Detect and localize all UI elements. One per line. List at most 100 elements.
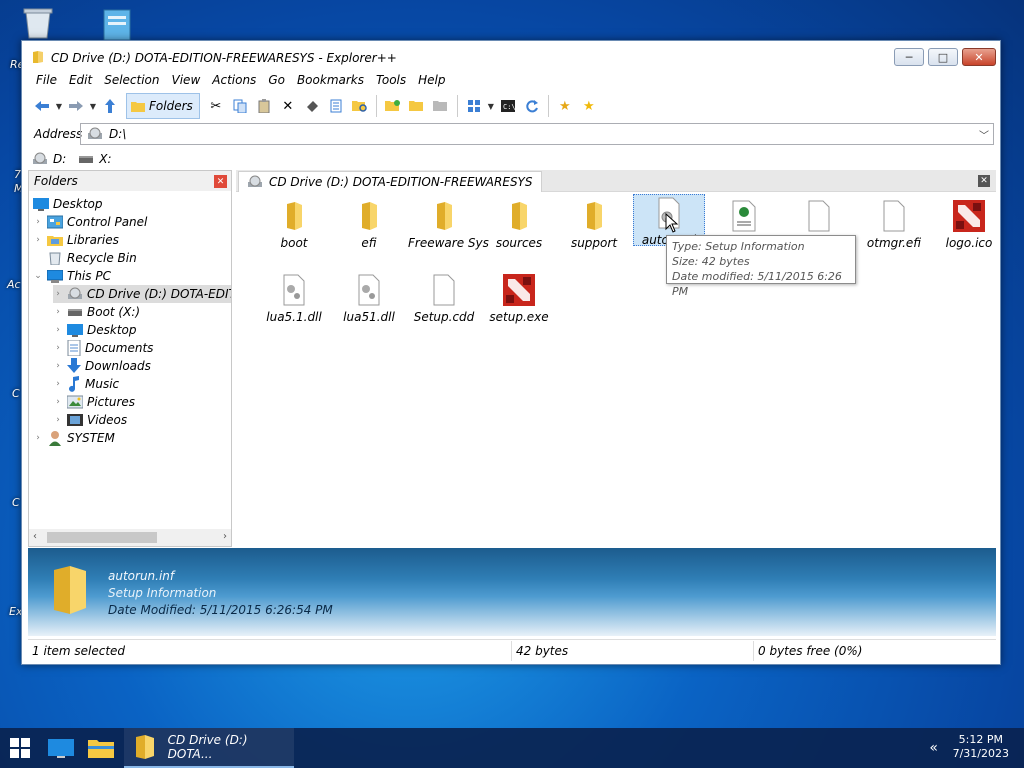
menu-view[interactable]: View xyxy=(166,72,207,90)
tree-item-music[interactable]: › Music xyxy=(53,375,119,393)
collapse-chevron-icon[interactable]: ⌄ xyxy=(33,271,43,281)
desktop-icon xyxy=(67,323,83,337)
libraries-icon xyxy=(47,236,63,246)
hard-drive-icon xyxy=(68,309,82,316)
tree-item-downloads[interactable]: › Downloads xyxy=(53,357,151,375)
back-dropdown-icon[interactable]: ▼ xyxy=(54,102,64,111)
file-item-efi[interactable]: efi xyxy=(333,198,405,252)
control-panel-icon xyxy=(47,215,63,229)
scroll-right-icon[interactable]: › xyxy=(223,531,227,542)
drive-d-button[interactable]: D: xyxy=(32,152,66,166)
tree-item-this-pc[interactable]: ⌄ This PC xyxy=(33,267,111,285)
drive-x-button[interactable]: X: xyxy=(78,152,112,166)
menu-tools[interactable]: Tools xyxy=(370,72,412,90)
bookmarks-icon[interactable]: ★ xyxy=(577,94,601,118)
cut-icon[interactable]: ✂ xyxy=(204,94,228,118)
delete-icon[interactable]: ✕ xyxy=(276,94,300,118)
tree-item-desktop-sub[interactable]: › Desktop xyxy=(53,321,136,339)
tab-bar: CD Drive (D:) DOTA-EDITION-FREEWARESYS ✕ xyxy=(236,170,996,192)
tray-expand-icon[interactable]: « xyxy=(929,740,938,756)
copy-icon[interactable] xyxy=(228,94,252,118)
command-prompt-icon[interactable]: C:\ xyxy=(496,94,520,118)
file-name: sources xyxy=(495,236,543,250)
expand-chevron-icon[interactable]: › xyxy=(33,235,43,245)
menu-help[interactable]: Help xyxy=(412,72,451,90)
tree-item-desktop[interactable]: Desktop xyxy=(33,195,103,213)
delete-permanent-icon[interactable] xyxy=(300,94,324,118)
forward-arrow-icon[interactable] xyxy=(64,94,88,118)
file-item-lua51-dll[interactable]: lua51.dll xyxy=(333,272,405,326)
file-item-sources[interactable]: sources xyxy=(483,198,555,252)
copy-to-folder-icon[interactable] xyxy=(429,94,453,118)
taskbar-task-explorerpp[interactable]: CD Drive (D:) DOTA... xyxy=(124,728,294,768)
menu-file[interactable]: File xyxy=(30,72,63,90)
menu-edit[interactable]: Edit xyxy=(63,72,98,90)
expand-chevron-icon[interactable]: › xyxy=(53,307,63,317)
expand-chevron-icon[interactable]: › xyxy=(53,361,63,371)
tree-item-system[interactable]: › SYSTEM xyxy=(33,429,115,447)
close-tab-icon[interactable]: ✕ xyxy=(978,175,990,187)
file-item-freeware-sys[interactable]: Freeware Sys xyxy=(408,198,489,252)
views-dropdown-icon[interactable]: ▼ xyxy=(486,102,496,111)
properties-icon[interactable] xyxy=(324,94,348,118)
file-name: lua5.1.dll xyxy=(266,310,322,324)
title-bar[interactable]: CD Drive (D:) DOTA-EDITION-FREEWARESYS -… xyxy=(22,41,1000,72)
videos-icon xyxy=(67,414,83,426)
menu-bookmarks[interactable]: Bookmarks xyxy=(291,72,370,90)
address-input[interactable]: D:\ ﹀ xyxy=(80,123,994,145)
file-item-setup-cdd[interactable]: Setup.cdd xyxy=(408,272,480,326)
scroll-left-icon[interactable]: ‹ xyxy=(33,531,37,542)
folders-toggle-button[interactable]: Folders xyxy=(126,93,200,119)
tree-item-documents[interactable]: › Documents xyxy=(53,339,153,357)
tab-cd-drive[interactable]: CD Drive (D:) DOTA-EDITION-FREEWARESYS xyxy=(238,171,542,192)
start-button[interactable] xyxy=(0,728,40,768)
tree-item-boot[interactable]: › Boot (X:) xyxy=(53,303,140,321)
file-item-lua5-1-dll[interactable]: lua5.1.dll xyxy=(258,272,330,326)
scrollbar-thumb[interactable] xyxy=(47,532,157,543)
address-dropdown-icon[interactable]: ﹀ xyxy=(979,127,989,142)
forward-dropdown-icon[interactable]: ▼ xyxy=(88,102,98,111)
clock[interactable]: 5:12 PM 7/31/2023 xyxy=(953,733,1009,761)
taskbar-desktop-button[interactable] xyxy=(42,728,80,768)
expand-chevron-icon[interactable]: › xyxy=(53,325,63,335)
bookmark-add-icon[interactable]: ★ xyxy=(553,94,577,118)
file-item-bootmgr-efi[interactable]: otmgr.efi xyxy=(858,198,930,252)
up-arrow-icon[interactable] xyxy=(98,94,122,118)
expand-chevron-icon[interactable]: › xyxy=(53,397,63,407)
tree-item-libraries[interactable]: › Libraries xyxy=(33,231,119,249)
tree-item-pictures[interactable]: › Pictures xyxy=(53,393,135,411)
minimize-button[interactable]: ─ xyxy=(894,48,924,66)
tree-item-recycle-bin[interactable]: Recycle Bin xyxy=(33,249,137,267)
file-item-support[interactable]: support xyxy=(558,198,630,252)
folder-icon xyxy=(131,102,145,112)
horizontal-scrollbar[interactable]: ‹ › xyxy=(29,529,231,546)
search-folder-icon[interactable] xyxy=(348,94,372,118)
move-to-folder-icon[interactable] xyxy=(405,94,429,118)
tree-item-cd-drive[interactable]: › CD Drive (D:) DOTA-EDITI xyxy=(53,285,231,303)
taskbar-explorer-button[interactable] xyxy=(82,728,120,768)
views-icon[interactable] xyxy=(462,94,486,118)
close-icon[interactable]: ✕ xyxy=(214,175,227,188)
tree-item-control-panel[interactable]: › Control Panel xyxy=(33,213,147,231)
refresh-icon[interactable] xyxy=(520,94,544,118)
file-item-boot[interactable]: boot xyxy=(258,198,330,252)
tab-label: CD Drive (D:) DOTA-EDITION-FREEWARESYS xyxy=(269,175,533,189)
new-folder-icon[interactable] xyxy=(381,94,405,118)
maximize-button[interactable]: □ xyxy=(928,48,958,66)
expand-chevron-icon[interactable]: › xyxy=(33,217,43,227)
back-arrow-icon[interactable] xyxy=(30,94,54,118)
menu-selection[interactable]: Selection xyxy=(98,72,165,90)
paste-icon[interactable] xyxy=(252,94,276,118)
menu-actions[interactable]: Actions xyxy=(206,72,262,90)
expand-chevron-icon[interactable]: › xyxy=(53,415,63,425)
expand-chevron-icon[interactable]: › xyxy=(33,433,43,443)
expand-chevron-icon[interactable]: › xyxy=(53,379,63,389)
close-button[interactable]: ✕ xyxy=(962,48,996,66)
info-file-modified: Date Modified: 5/11/2015 6:26:54 PM xyxy=(108,603,333,617)
menu-go[interactable]: Go xyxy=(262,72,291,90)
expand-chevron-icon[interactable]: › xyxy=(53,289,63,299)
expand-chevron-icon[interactable]: › xyxy=(53,343,63,353)
file-item-logo-ico[interactable]: logo.ico xyxy=(933,198,1005,252)
file-item-setup-exe[interactable]: setup.exe xyxy=(483,272,555,326)
tree-item-videos[interactable]: › Videos xyxy=(53,411,127,429)
